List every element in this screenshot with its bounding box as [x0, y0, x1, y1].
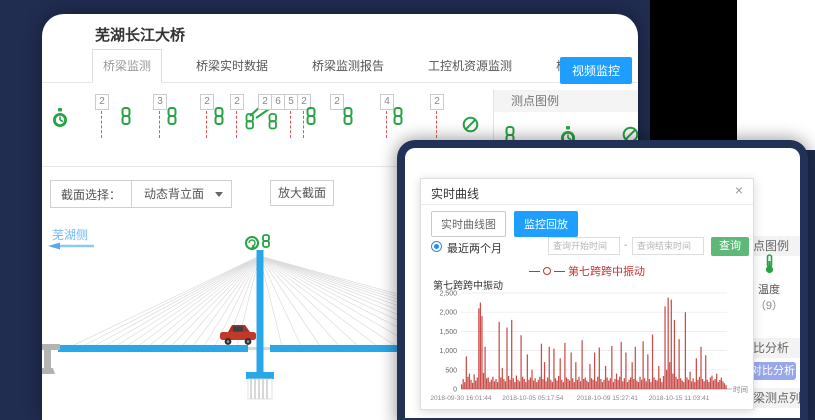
legend-panel-divider: [493, 90, 494, 140]
chain-icon[interactable]: [120, 107, 132, 130]
chain-icon[interactable]: [342, 107, 354, 130]
svg-text:2018-09-30 16:01:44: 2018-09-30 16:01:44: [430, 395, 492, 402]
background-black-area: [650, 0, 737, 150]
svg-text:0: 0: [453, 387, 457, 394]
date-range-separator: -: [624, 240, 627, 251]
chain-icon[interactable]: [392, 107, 404, 130]
tower-sensor-icons: [246, 235, 269, 250]
sensor-dash-line: [386, 111, 387, 138]
compare-analysis-button[interactable]: 对比分析: [750, 362, 796, 380]
svg-text:2,500: 2,500: [439, 291, 457, 298]
sensor-dash-line: [436, 111, 437, 138]
svg-text:500: 500: [445, 367, 457, 374]
dialog-tab-1[interactable]: 监控回放: [514, 211, 578, 237]
chain-icon[interactable]: [166, 107, 178, 130]
sensor-dash-line: [159, 111, 160, 138]
sensor-count-badge: 6: [271, 94, 285, 110]
sensor-dash-line: [303, 111, 304, 138]
sensor-count-badge: 2: [230, 94, 244, 110]
main-tab-1[interactable]: 桥梁实时数据: [186, 50, 278, 82]
left-arrow-icon: [48, 243, 94, 250]
last-two-months-label: 最近两个月: [447, 240, 502, 256]
enlarge-section-button[interactable]: 放大截面: [270, 180, 334, 206]
tower-foundation: [246, 372, 274, 399]
sensor-dash-line: [290, 111, 291, 138]
timer-icon[interactable]: [52, 108, 68, 134]
legend-panel-header: 测点图例: [493, 90, 638, 112]
svg-text:2,000: 2,000: [439, 310, 457, 317]
section-select-label: 截面选择：: [51, 186, 131, 203]
svg-text:1,000: 1,000: [439, 348, 457, 355]
chain-icon[interactable]: [213, 107, 225, 130]
svg-text:2018-10-09 15:27:41: 2018-10-09 15:27:41: [577, 395, 639, 402]
legend-line-icon: [529, 271, 540, 272]
query-button[interactable]: 查询: [711, 237, 749, 256]
sensor-count-badge: 2: [95, 94, 109, 110]
noentry-icon[interactable]: [462, 116, 479, 138]
main-tab-bar: 桥梁监测桥梁实时数据桥梁监测报告工控机资源监测桥梁系统报警: [42, 54, 638, 83]
section-select-group: 截面选择： 动态背立面: [50, 180, 232, 208]
query-end-time-input[interactable]: [632, 237, 704, 255]
video-monitor-button[interactable]: 视频监控: [560, 57, 632, 84]
legend-marker-icon: [543, 267, 551, 275]
vibration-chart: 0 500 1,000 1,500 2,000 2,500 2018-09-30 16:01…: [427, 285, 749, 411]
sensor-dash-line: [206, 111, 207, 138]
desktop-background: 芜湖长江大桥 桥梁监测桥梁实时数据桥梁监测报告工控机资源监测桥梁系统报警 视频监…: [0, 0, 815, 420]
main-tab-3[interactable]: 工控机资源监测: [418, 50, 522, 82]
section-select-dropdown[interactable]: 动态背立面: [131, 181, 231, 207]
sensor-count-badge: 2: [258, 94, 272, 110]
dialog-tab-bar: 实时曲线图监控回放: [431, 211, 578, 237]
svg-text:时间: 时间: [733, 384, 748, 394]
dialog-title: 实时曲线: [431, 185, 479, 202]
legend-label: 第七跨跨中振动: [568, 263, 645, 279]
left-pier: [42, 344, 60, 374]
svg-text:2018-10-15 11:03:41: 2018-10-15 11:03:41: [649, 395, 710, 402]
sensor-dash-line: [236, 111, 237, 138]
realtime-curve-dialog: 实时曲线 × 实时曲线图监控回放 最近两个月 - 查询 第七跨跨中振动: [420, 178, 754, 410]
svg-text:1,500: 1,500: [439, 329, 457, 336]
page-title: 芜湖长江大桥: [95, 24, 185, 45]
sensor-count-badge: 3: [153, 94, 167, 110]
sensor-count-badge: 2: [430, 94, 444, 110]
sensor-count-badge: 2: [200, 94, 214, 110]
sensor-count-badge: 5: [284, 94, 298, 110]
dialog-tab-0[interactable]: 实时曲线图: [431, 211, 506, 237]
sensor-dash-line: [101, 111, 102, 138]
query-start-time-input[interactable]: [548, 237, 620, 255]
secondary-window: 测点图例 温度 （9） 对比分析 对比分析 桥梁测点列表 实时曲线 × 实时曲线…: [397, 140, 808, 420]
last-two-months-radio[interactable]: [431, 241, 442, 252]
chevron-down-icon: [215, 192, 223, 197]
background-white-area: [737, 0, 815, 150]
dialog-header-divider: [421, 204, 753, 205]
main-tab-0[interactable]: 桥梁监测: [92, 49, 162, 83]
svg-text:2018-10-05 05:17:54: 2018-10-05 05:17:54: [502, 395, 564, 402]
section-select-value: 动态背立面: [144, 187, 204, 201]
legend-line-icon: [554, 271, 565, 272]
close-icon[interactable]: ×: [735, 183, 743, 197]
thermometer-icon: [763, 254, 776, 274]
main-tab-2[interactable]: 桥梁监测报告: [302, 50, 394, 82]
query-row: 最近两个月 - 查询: [421, 237, 753, 259]
chain-icon[interactable]: [305, 107, 317, 130]
